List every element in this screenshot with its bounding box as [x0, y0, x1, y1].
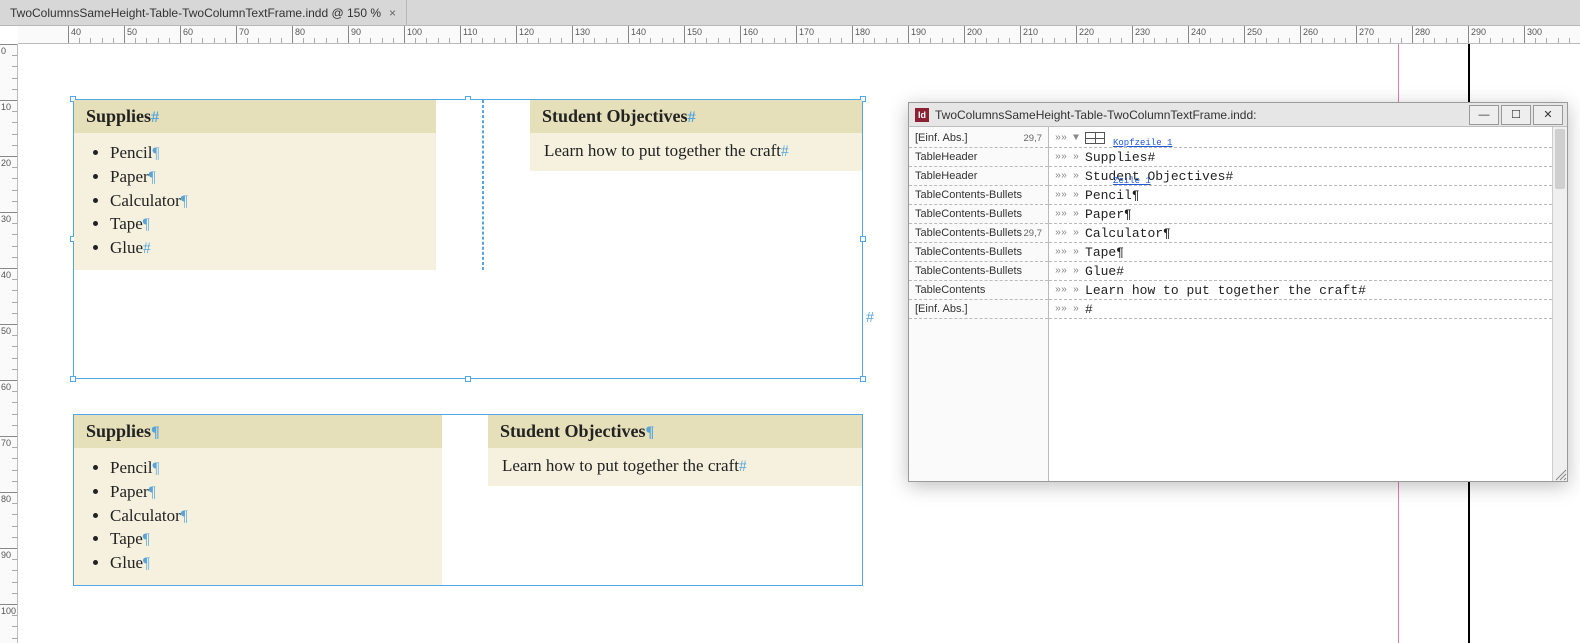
story-text-row[interactable]: »»»Learn how to put together the craft# — [1049, 281, 1552, 300]
overset-text-icon: # — [866, 310, 874, 326]
story-style-row[interactable]: [Einf. Abs.]29,7 — [909, 129, 1048, 148]
story-text-row[interactable]: »»»# — [1049, 300, 1552, 319]
story-style-row[interactable]: TableHeader — [909, 167, 1048, 186]
story-text-row[interactable]: »»»Glue# — [1049, 262, 1552, 281]
minimize-button[interactable]: — — [1469, 105, 1499, 125]
table-header-left[interactable]: Supplies# — [74, 100, 436, 133]
scrollbar-vertical[interactable] — [1552, 127, 1567, 481]
indesign-icon: Id — [915, 108, 929, 122]
story-style-row[interactable]: TableContents-Bullets — [909, 262, 1048, 281]
table-cell-right[interactable]: Learn how to put together the craft# — [488, 448, 862, 486]
list-item: Pencil¶ — [110, 456, 428, 480]
story-style-row[interactable]: TableContents-Bullets — [909, 186, 1048, 205]
story-styles-column[interactable]: [Einf. Abs.]29,7TableHeaderTableHeaderTa… — [909, 127, 1049, 481]
document-tab-title: TwoColumnsSameHeight-Table-TwoColumnText… — [10, 6, 381, 20]
table-cell-bullets[interactable]: Pencil¶Paper¶Calculator¶Tape¶Glue¶ — [74, 448, 442, 585]
story-style-row[interactable]: TableContents-Bullets — [909, 205, 1048, 224]
story-style-row[interactable]: TableContents-Bullets — [909, 243, 1048, 262]
list-item: Calculator¶ — [110, 189, 422, 213]
table-cell-bullets[interactable]: Pencil¶Paper¶Calculator¶Tape¶Glue# — [74, 133, 436, 270]
column-gap — [436, 100, 482, 270]
close-icon[interactable]: × — [389, 6, 396, 20]
resize-handle[interactable] — [465, 376, 471, 382]
list-item: Pencil¶ — [110, 141, 422, 165]
list-item: Glue¶ — [110, 551, 428, 575]
resize-handle[interactable] — [860, 376, 866, 382]
column-gap — [484, 100, 530, 270]
panel-titlebar[interactable]: Id TwoColumnsSameHeight-Table-TwoColumnT… — [909, 103, 1567, 127]
story-text-row[interactable]: »»»Pencil¶ — [1049, 186, 1552, 205]
vertical-ruler[interactable]: 0102030405060708090100110120 — [0, 44, 18, 643]
story-style-row[interactable]: TableHeader — [909, 148, 1048, 167]
document-tab-bar: TwoColumnsSameHeight-Table-TwoColumnText… — [0, 0, 1580, 26]
story-style-row[interactable]: TableContents — [909, 281, 1048, 300]
column-gap — [442, 415, 488, 585]
list-item: Tape¶ — [110, 212, 422, 236]
document-tab[interactable]: TwoColumnsSameHeight-Table-TwoColumnText… — [0, 0, 407, 25]
list-item: Glue# — [110, 236, 422, 260]
maximize-button[interactable]: ☐ — [1501, 105, 1531, 125]
table-icon — [1085, 132, 1105, 144]
story-text-row[interactable]: »»»Paper¶ — [1049, 205, 1552, 224]
panel-body: [Einf. Abs.]29,7TableHeaderTableHeaderTa… — [909, 127, 1567, 481]
list-item: Paper¶ — [110, 480, 428, 504]
table-header-right[interactable]: Student Objectives¶ — [488, 415, 862, 448]
story-text-column[interactable]: »»▼Kopfzeile 1»»»Supplies#»»»Student Obj… — [1049, 127, 1552, 481]
story-text-row[interactable]: »»»Supplies# — [1049, 148, 1552, 167]
story-style-row[interactable]: [Einf. Abs.] — [909, 300, 1048, 319]
list-item: Paper¶ — [110, 165, 422, 189]
close-button[interactable]: ✕ — [1533, 105, 1563, 125]
story-style-row[interactable]: TableContents-Bullets29,7 — [909, 224, 1048, 243]
resize-handle[interactable] — [70, 376, 76, 382]
app-root: { "tab": { "title": "TwoColumnsSameHeigh… — [0, 0, 1580, 643]
list-item: Calculator¶ — [110, 504, 428, 528]
story-editor-panel[interactable]: Id TwoColumnsSameHeight-Table-TwoColumnT… — [908, 102, 1568, 482]
story-text-row[interactable]: »»»Tape¶ — [1049, 243, 1552, 262]
list-item: Tape¶ — [110, 527, 428, 551]
document-table[interactable]: Supplies# Pencil¶Paper¶Calculator¶Tape¶G… — [74, 100, 862, 270]
table-header-right[interactable]: Student Objectives# — [530, 100, 862, 133]
scrollbar-thumb[interactable] — [1555, 129, 1565, 189]
table-cell-right[interactable]: Learn how to put together the craft# — [530, 133, 862, 171]
text-frame[interactable]: Supplies¶ Pencil¶Paper¶Calculator¶Tape¶G… — [73, 414, 863, 586]
story-text-row[interactable]: »»»Calculator¶ — [1049, 224, 1552, 243]
document-canvas[interactable]: Supplies# Pencil¶Paper¶Calculator¶Tape¶G… — [18, 44, 1580, 643]
table-header-left[interactable]: Supplies¶ — [74, 415, 442, 448]
horizontal-ruler[interactable]: 4050607080901001101201301401501601701801… — [18, 26, 1580, 44]
resize-grip[interactable] — [1553, 467, 1567, 481]
document-table[interactable]: Supplies¶ Pencil¶Paper¶Calculator¶Tape¶G… — [74, 415, 862, 585]
panel-title: TwoColumnsSameHeight-Table-TwoColumnText… — [935, 108, 1256, 122]
text-frame-selected[interactable]: Supplies# Pencil¶Paper¶Calculator¶Tape¶G… — [73, 99, 863, 379]
